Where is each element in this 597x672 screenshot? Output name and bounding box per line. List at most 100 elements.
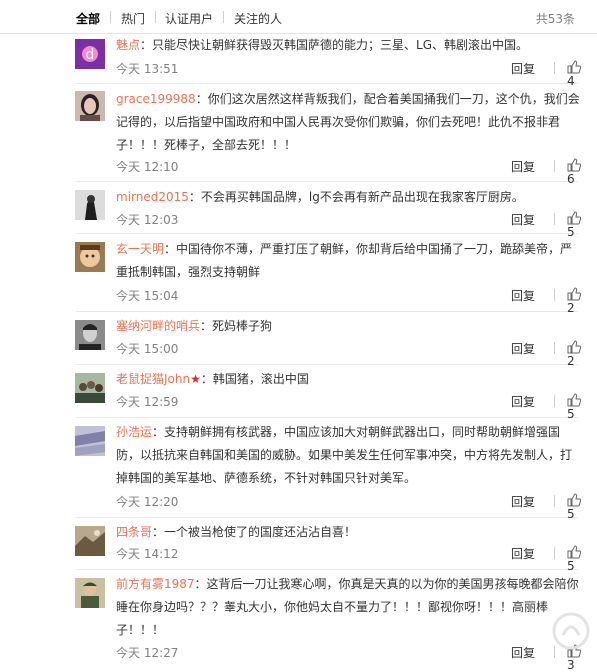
comment-username[interactable]: mirned2015: [116, 190, 189, 204]
pattern-avatar[interactable]: [75, 426, 105, 456]
comment-line: 玄一天明：中国待你不薄，严重打压了朝鲜，你却背后给中国捅了一刀，跪舔美帝，严: [116, 238, 578, 261]
comment-meta: 今天 15:04 回复 2: [116, 287, 582, 315]
reply-button[interactable]: 回复: [511, 287, 535, 304]
thumbs-up-icon: [567, 340, 582, 354]
comment-text: 孙浩运：支持朝鲜拥有核武器，中国应该加大对朝鲜武器出口，同时帮助朝鲜增强国 防，…: [116, 421, 578, 490]
comment-text: 塞纳河畔的哨兵：死妈棒子狗: [116, 315, 578, 338]
meta-divider: [554, 160, 555, 172]
comment-item: 前方有雾1987：这背后一刀让我寒心啊，你真是天真的以为你的美国男孩每晚都会陪你…: [75, 569, 582, 672]
comment-line: 睡在你身边吗？？？睾丸大小，你他妈太自不量力了！！！鄙视你呀！！！高丽棒: [116, 600, 549, 614]
soldier-avatar[interactable]: [75, 578, 105, 608]
svg-text:d: d: [86, 47, 95, 63]
comment-meta: 今天 12:10 回复 6: [116, 158, 582, 186]
reply-button[interactable]: 回复: [511, 60, 535, 77]
comment-username[interactable]: 魅点: [116, 38, 140, 52]
tab-verified-users[interactable]: 认证用户: [165, 10, 213, 27]
thumbs-up-icon: [567, 287, 582, 301]
comment-username[interactable]: grace199988: [116, 92, 196, 106]
comment-item: 老鼠捉猫John★：韩国猪，滚出中国 今天 12:59 回复 5: [75, 364, 582, 421]
comment-username[interactable]: 孙浩运: [116, 425, 152, 439]
tab-following[interactable]: 关注的人: [234, 10, 282, 27]
comment-meta: 今天 15:00 回复 2: [116, 340, 582, 368]
comment-line: 记得的，以后指望中国政府和中国人民再次受你们欺骗，你们去死吧！此仇不报非君: [116, 115, 561, 129]
comment-time: 今天 15:00: [116, 342, 179, 356]
thumbs-up-icon: [567, 493, 582, 507]
comment-text: 玄一天明：中国待你不薄，严重打压了朝鲜，你却背后给中国捅了一刀，跪舔美帝，严 重…: [116, 238, 578, 284]
comment-text: mirned2015：不会再买韩国品牌，lg不会再有新产品出现在我家客厅厨房。: [116, 186, 578, 209]
woman-portrait-avatar[interactable]: [75, 91, 105, 121]
comment-meta: 今天 13:51 回复 4: [116, 60, 582, 88]
meta-divider: [554, 62, 555, 74]
comment-line: 孙浩运：支持朝鲜拥有核武器，中国应该加大对朝鲜武器出口，同时帮助朝鲜增强国: [116, 421, 578, 444]
comment-body: ：你们这次居然这样背叛我们，配合着美国捅我们一刀，这个仇，我们会: [195, 92, 580, 106]
comment-time: 今天 14:12: [116, 547, 179, 561]
comment-text: 魅点：只能尽快让朝鲜获得毁灭韩国萨德的能力；三星、LG、韩剧滚出中国。: [116, 34, 578, 57]
comment-item: mirned2015：不会再买韩国品牌，lg不会再有新产品出现在我家客厅厨房。 …: [75, 181, 582, 239]
tab-divider: [155, 11, 156, 23]
comment-body: ：只能尽快让朝鲜获得毁灭韩国萨德的能力；三星、LG、韩剧滚出中国。: [140, 38, 529, 52]
thumbs-up-icon: [567, 211, 582, 225]
comment-line: 子！！！: [116, 623, 165, 637]
dark-figure-avatar[interactable]: [75, 190, 105, 220]
comment-item: 玄一天明：中国待你不薄，严重打压了朝鲜，你却背后给中国捅了一刀，跪舔美帝，严 重…: [75, 233, 582, 315]
comment-body: ：一个被当枪使了的国度还沾沾自喜！: [152, 525, 357, 539]
man-bw-avatar[interactable]: [75, 320, 105, 350]
comment-body: ：中国待你不薄，严重打压了朝鲜，你却背后给中国捅了一刀，跪舔美帝，严: [164, 242, 573, 256]
comment-username[interactable]: 老鼠捉猫John: [116, 372, 190, 386]
comment-body: ：不会再买韩国品牌，lg不会再有新产品出现在我家客厅厨房。: [188, 190, 524, 204]
thumbs-up-icon: [567, 393, 582, 407]
reply-button[interactable]: 回复: [511, 340, 535, 357]
comment-line: 子！！！死棒子，全部去死！！！: [116, 138, 297, 152]
landscape-avatar[interactable]: [75, 526, 105, 556]
comment-time: 今天 12:27: [116, 646, 179, 660]
comment-item: 四条哥：一个被当枪使了的国度还沾沾自喜！ 今天 14:12 回复 5: [75, 517, 582, 573]
comment-body: ：这背后一刀让我寒心啊，你真是天真的以为你的美国男孩每晚都会陪你: [194, 577, 579, 591]
reply-button[interactable]: 回复: [511, 158, 535, 175]
reply-button[interactable]: 回复: [511, 493, 535, 510]
comment-item: grace199988：你们这次居然这样背叛我们，配合着美国捅我们一刀，这个仇，…: [75, 83, 582, 186]
comment-total-count: 共53条: [535, 12, 575, 26]
meizu-logo-avatar[interactable]: d: [75, 39, 105, 69]
comment-time: 今天 15:04: [116, 289, 179, 303]
comment-body: ：韩国猪，滚出中国: [200, 372, 309, 386]
comment-meta: 今天 12:03 回复 5: [116, 211, 582, 239]
reply-button[interactable]: 回复: [511, 545, 535, 562]
comment-username[interactable]: 塞纳河畔的哨兵: [116, 319, 200, 333]
comment-time: 今天 12:59: [116, 395, 179, 409]
reply-button[interactable]: 回复: [511, 393, 535, 410]
thumbs-up-icon: [567, 158, 582, 172]
comment-line: grace199988：你们这次居然这样背叛我们，配合着美国捅我们一刀，这个仇，…: [116, 88, 580, 111]
comment-time: 今天 12:03: [116, 213, 179, 227]
watermark-logo: [529, 611, 591, 657]
comment-line: 重抵制韩国，强烈支持朝鲜: [116, 265, 261, 279]
comment-time: 今天 12:10: [116, 160, 179, 174]
comment-line: 前方有雾1987：这背后一刀让我寒心啊，你真是天真的以为你的美国男孩每晚都会陪你: [116, 573, 579, 596]
comment-meta: 今天 12:59 回复 5: [116, 393, 582, 421]
comment-item: 孙浩运：支持朝鲜拥有核武器，中国应该加大对朝鲜武器出口，同时帮助朝鲜增强国 防，…: [75, 417, 582, 521]
comment-text: grace199988：你们这次居然这样背叛我们，配合着美国捅我们一刀，这个仇，…: [116, 88, 580, 157]
like-count: 3: [567, 658, 575, 672]
comment-username[interactable]: 四条哥: [116, 525, 152, 539]
vip-star-icon: ★: [190, 372, 201, 386]
comment-body: ：支持朝鲜拥有核武器，中国应该加大对朝鲜武器出口，同时帮助朝鲜增强国: [152, 425, 561, 439]
meta-divider: [554, 213, 555, 225]
reply-button[interactable]: 回复: [511, 211, 535, 228]
comment-time: 今天 12:20: [116, 495, 179, 509]
group-photo-avatar[interactable]: [75, 373, 105, 403]
meta-divider: [554, 342, 555, 354]
comment-text: 前方有雾1987：这背后一刀让我寒心啊，你真是天真的以为你的美国男孩每晚都会陪你…: [116, 573, 579, 642]
comment-meta: 今天 12:20 回复 5: [116, 493, 582, 521]
thumbs-up-icon: [567, 545, 582, 559]
comment-item: 塞纳河畔的哨兵：死妈棒子狗 今天 15:00 回复 2: [75, 311, 582, 368]
comment-username[interactable]: 玄一天明: [116, 242, 164, 256]
comment-body: ：死妈棒子狗: [200, 319, 273, 333]
comment-username[interactable]: 前方有雾1987: [116, 577, 195, 591]
comment-meta: 今天 12:27 回复 3: [116, 644, 582, 672]
comment-line: 防，以抵抗来自韩国和美国的威胁。如果中美发生任何军事冲突，中方将先发制人，打: [116, 448, 573, 462]
meta-divider: [554, 495, 555, 507]
comment-filter-tabs: 全部 热门 认证用户 关注的人 共53条: [0, 0, 597, 34]
child-photo-avatar[interactable]: [75, 242, 105, 272]
tab-all[interactable]: 全部: [76, 10, 100, 27]
tab-hot[interactable]: 热门: [121, 10, 145, 27]
comment-line: 掉韩国的美军基地、萨德系统，不针对韩国只针对美军。: [116, 471, 417, 485]
